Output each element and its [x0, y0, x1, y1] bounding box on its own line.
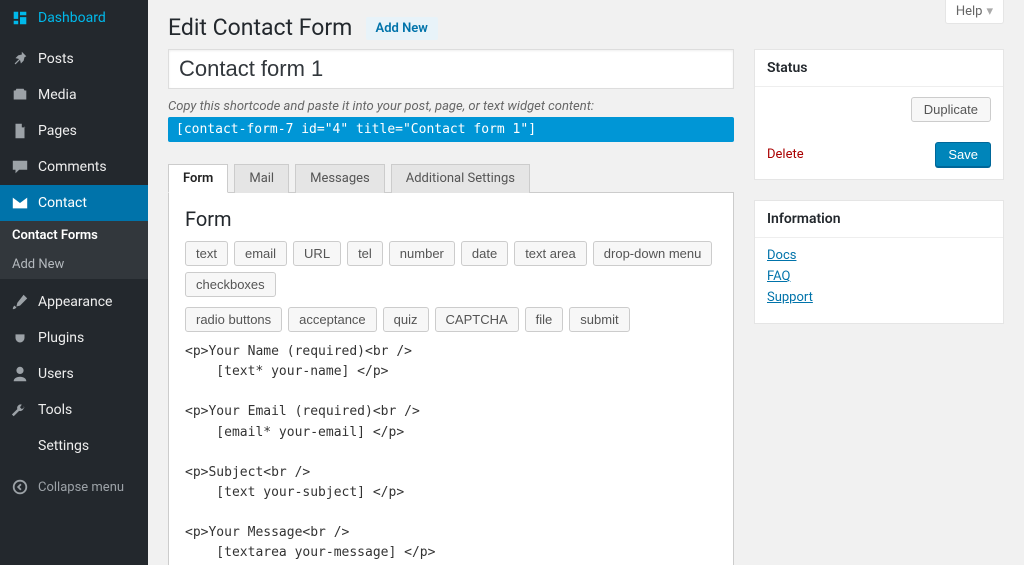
- status-box-title: Status: [755, 50, 1003, 87]
- sidebar-item-label: Contact: [38, 195, 87, 211]
- sidebar-submenu-contact: Contact Forms Add New: [0, 221, 148, 279]
- sidebar-item-label: Comments: [38, 159, 107, 175]
- sidebar-item-label: Posts: [38, 51, 74, 67]
- tab-mail[interactable]: Mail: [234, 164, 289, 193]
- tag-button-drop-down-menu[interactable]: drop-down menu: [593, 241, 713, 266]
- media-icon: [10, 85, 30, 105]
- tag-button-tel[interactable]: tel: [347, 241, 383, 266]
- sidebar-item-settings[interactable]: Settings: [0, 428, 148, 464]
- form-title-input[interactable]: [168, 49, 734, 89]
- save-button[interactable]: Save: [935, 142, 991, 167]
- sidebar-item-users[interactable]: Users: [0, 356, 148, 392]
- tag-button-URL[interactable]: URL: [293, 241, 341, 266]
- pages-icon: [10, 121, 30, 141]
- form-panel-title: Form: [185, 207, 717, 231]
- plug-icon: [10, 328, 30, 348]
- sidebar-item-pages[interactable]: Pages: [0, 113, 148, 149]
- sidebar-item-label: Appearance: [38, 294, 112, 310]
- delete-link[interactable]: Delete: [767, 147, 804, 162]
- tag-generator-row: radio buttonsacceptancequizCAPTCHAfilesu…: [185, 307, 717, 332]
- help-tab[interactable]: Help▾: [945, 0, 1004, 24]
- sidebar-item-label: Users: [38, 366, 74, 382]
- help-label: Help: [956, 4, 983, 19]
- tag-button-email[interactable]: email: [234, 241, 287, 266]
- collapse-menu[interactable]: Collapse menu: [0, 469, 148, 505]
- sidebar-item-tools[interactable]: Tools: [0, 392, 148, 428]
- tag-button-text[interactable]: text: [185, 241, 228, 266]
- tab-form[interactable]: Form: [168, 164, 228, 193]
- tag-button-submit[interactable]: submit: [569, 307, 629, 332]
- form-template-textarea[interactable]: [185, 342, 717, 565]
- comment-icon: [10, 157, 30, 177]
- tab-messages[interactable]: Messages: [295, 164, 385, 193]
- status-box: Status Duplicate Delete Save: [754, 49, 1004, 180]
- pin-icon: [10, 49, 30, 69]
- information-box: Information Docs FAQ Support: [754, 200, 1004, 324]
- info-link-faq[interactable]: FAQ: [767, 269, 991, 284]
- mail-icon: [10, 193, 30, 213]
- tag-button-radio-buttons[interactable]: radio buttons: [185, 307, 282, 332]
- sidebar-item-contact[interactable]: Contact: [0, 185, 148, 221]
- sidebar-item-label: Tools: [38, 402, 72, 418]
- sidebar-item-label: Dashboard: [38, 10, 106, 26]
- add-new-button[interactable]: Add New: [366, 17, 438, 40]
- sliders-icon: [10, 436, 30, 456]
- dashboard-icon: [10, 8, 30, 28]
- tag-button-text-area[interactable]: text area: [514, 241, 587, 266]
- tag-button-checkboxes[interactable]: checkboxes: [185, 272, 276, 297]
- sidebar-item-label: Plugins: [38, 330, 84, 346]
- sidebar-sub-add-new[interactable]: Add New: [0, 250, 148, 279]
- chevron-down-icon: ▾: [986, 4, 993, 19]
- sidebar-item-label: Settings: [38, 438, 89, 454]
- tag-button-file[interactable]: file: [525, 307, 564, 332]
- sidebar-item-appearance[interactable]: Appearance: [0, 284, 148, 320]
- editor-tabs: Form Mail Messages Additional Settings: [168, 164, 734, 193]
- collapse-icon: [10, 477, 30, 497]
- sidebar-item-label: Media: [38, 87, 77, 103]
- sidebar-sub-contact-forms[interactable]: Contact Forms: [0, 221, 148, 250]
- duplicate-button[interactable]: Duplicate: [911, 97, 991, 122]
- info-link-support[interactable]: Support: [767, 290, 991, 305]
- shortcode-hint: Copy this shortcode and paste it into yo…: [168, 99, 734, 114]
- user-icon: [10, 364, 30, 384]
- sidebar-item-posts[interactable]: Posts: [0, 41, 148, 77]
- info-link-docs[interactable]: Docs: [767, 248, 991, 263]
- tag-button-acceptance[interactable]: acceptance: [288, 307, 377, 332]
- wrench-icon: [10, 400, 30, 420]
- sidebar-item-label: Pages: [38, 123, 77, 139]
- form-panel: Form textemailURLtelnumberdatetext aread…: [168, 192, 734, 565]
- tag-generator-row: textemailURLtelnumberdatetext areadrop-d…: [185, 241, 717, 297]
- tab-additional-settings[interactable]: Additional Settings: [391, 164, 530, 193]
- sidebar-item-dashboard[interactable]: Dashboard: [0, 0, 148, 36]
- sidebar-item-comments[interactable]: Comments: [0, 149, 148, 185]
- main-content: Help▾ Edit Contact Form Add New Copy thi…: [148, 0, 1024, 565]
- tag-button-date[interactable]: date: [461, 241, 508, 266]
- brush-icon: [10, 292, 30, 312]
- shortcode-display[interactable]: [contact-form-7 id="4" title="Contact fo…: [168, 117, 734, 142]
- tag-button-number[interactable]: number: [389, 241, 455, 266]
- information-box-title: Information: [755, 201, 1003, 238]
- sidebar-item-plugins[interactable]: Plugins: [0, 320, 148, 356]
- collapse-label: Collapse menu: [38, 480, 124, 495]
- admin-sidebar: Dashboard Posts Media Pages Comments Con…: [0, 0, 148, 565]
- tag-button-quiz[interactable]: quiz: [383, 307, 429, 332]
- page-title: Edit Contact Form: [168, 0, 352, 49]
- tag-button-CAPTCHA[interactable]: CAPTCHA: [435, 307, 519, 332]
- sidebar-item-media[interactable]: Media: [0, 77, 148, 113]
